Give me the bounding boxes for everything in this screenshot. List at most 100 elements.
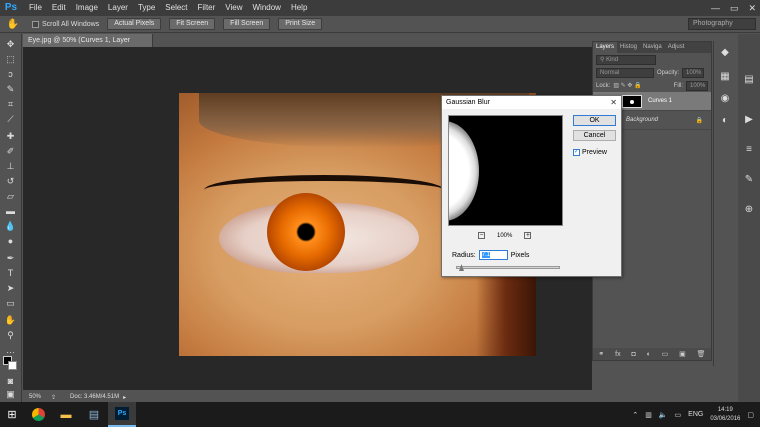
folder-icon[interactable]: ▭: [662, 350, 669, 358]
document-tab[interactable]: Eye.jpg @ 50% (Curves 1, Layer Mask/8) *: [23, 34, 153, 57]
history-brush-tool-icon[interactable]: ↺: [3, 175, 18, 187]
tab-histogram[interactable]: Histog: [617, 42, 640, 53]
fill-screen-button[interactable]: Fill Screen: [223, 18, 271, 30]
dodge-tool-icon[interactable]: ●: [3, 235, 18, 247]
preview-checkbox[interactable]: ✓: [573, 149, 580, 156]
zoom-in-icon[interactable]: +: [524, 232, 532, 239]
trash-icon[interactable]: 🗑: [697, 350, 706, 358]
zoom-out-icon[interactable]: −: [478, 232, 485, 239]
tab-adjustments[interactable]: Adjust: [665, 42, 688, 53]
properties-icon[interactable]: ≡: [742, 144, 756, 156]
doc-info[interactable]: Doc: 3.46M/4.51M: [70, 394, 119, 400]
opacity-field[interactable]: 100%: [682, 67, 705, 78]
fx-icon[interactable]: fx: [615, 351, 620, 358]
workspace-select[interactable]: Photography: [688, 18, 756, 30]
layer-mask-thumbnail[interactable]: [622, 94, 642, 108]
pen-tool-icon[interactable]: ✒: [3, 252, 18, 264]
gradient-tool-icon[interactable]: ▬: [3, 205, 18, 217]
kind-filter[interactable]: ⚲ Kind: [596, 54, 656, 65]
zoom-level[interactable]: 50%: [29, 394, 41, 400]
close-icon[interactable]: ✕: [610, 98, 617, 107]
menu-type[interactable]: Type: [133, 0, 160, 16]
radius-slider-track[interactable]: [456, 266, 560, 269]
menu-image[interactable]: Image: [71, 0, 103, 16]
color-panel-icon[interactable]: ◆: [718, 47, 732, 59]
minimize-icon[interactable]: —: [711, 3, 720, 13]
eraser-tool-icon[interactable]: ▱: [3, 190, 18, 202]
file-explorer-icon[interactable]: ▬: [52, 402, 80, 427]
battery-icon[interactable]: ▭: [675, 411, 682, 419]
notifications-icon[interactable]: ▢: [747, 411, 754, 419]
scroll-all-checkbox[interactable]: [32, 20, 39, 28]
zoom-tool-icon[interactable]: ⚲: [3, 329, 18, 341]
photoshop-icon[interactable]: Ps: [108, 402, 136, 427]
lasso-tool-icon[interactable]: ↄ: [3, 68, 18, 80]
actual-pixels-button[interactable]: Actual Pixels: [107, 18, 162, 30]
menu-layer[interactable]: Layer: [103, 0, 133, 16]
layer-name[interactable]: Curves 1: [648, 98, 672, 104]
marquee-tool-icon[interactable]: ⬚: [3, 53, 18, 65]
menu-filter[interactable]: Filter: [193, 0, 221, 16]
blur-tool-icon[interactable]: 💧: [3, 220, 18, 232]
ok-button[interactable]: OK: [573, 115, 616, 126]
tray-chevron-icon[interactable]: ⌃: [632, 411, 638, 419]
close-icon[interactable]: ✕: [748, 3, 756, 14]
cancel-button[interactable]: Cancel: [573, 130, 616, 141]
background-color-swatch[interactable]: [8, 361, 17, 370]
adjustment-icon[interactable]: ◐: [647, 351, 651, 358]
maximize-icon[interactable]: ▭: [730, 3, 739, 14]
shape-tool-icon[interactable]: ▭: [3, 297, 18, 309]
move-tool-icon[interactable]: ✥: [3, 38, 18, 50]
preview-option[interactable]: ✓ Preview: [573, 149, 607, 156]
mask-icon[interactable]: ◘: [631, 351, 635, 358]
menu-select[interactable]: Select: [160, 0, 192, 16]
blur-preview[interactable]: [448, 115, 563, 226]
styles-panel-icon[interactable]: ◉: [718, 93, 732, 105]
share-icon[interactable]: ⇪: [51, 394, 56, 401]
new-layer-icon[interactable]: ▣: [679, 350, 686, 358]
hand-tool-icon[interactable]: ✋: [3, 314, 18, 326]
windows-start-icon[interactable]: ⊞: [0, 402, 24, 427]
network-icon[interactable]: ▥: [645, 411, 652, 419]
menu-help[interactable]: Help: [286, 0, 312, 16]
notepad-icon[interactable]: ▤: [80, 402, 108, 427]
menu-file[interactable]: File: [24, 0, 47, 16]
print-size-button[interactable]: Print Size: [278, 18, 323, 30]
ellipsis-icon[interactable]: …: [3, 344, 18, 356]
stamp-tool-icon[interactable]: ⊥: [3, 160, 18, 172]
clock[interactable]: 14:19 03/06/2016: [710, 406, 740, 424]
volume-icon[interactable]: 🔈: [659, 411, 668, 419]
type-tool-icon[interactable]: T: [3, 267, 18, 279]
link-icon[interactable]: ⚭: [598, 350, 604, 358]
menu-edit[interactable]: Edit: [47, 0, 71, 16]
fill-field[interactable]: 100%: [686, 80, 708, 91]
fit-screen-button[interactable]: Fit Screen: [169, 18, 216, 30]
radius-input[interactable]: 7.1: [478, 250, 508, 260]
tab-layers[interactable]: Layers: [593, 42, 618, 53]
screen-mode-icon[interactable]: ▣: [3, 388, 18, 400]
clone-source-icon[interactable]: ⊕: [742, 204, 756, 216]
scroll-all-windows-option[interactable]: Scroll All Windows: [32, 20, 99, 28]
history-icon[interactable]: ▤: [742, 74, 756, 86]
blend-mode-select[interactable]: Normal: [596, 67, 654, 78]
menu-view[interactable]: View: [220, 0, 247, 16]
brush-presets-icon[interactable]: ✎: [742, 174, 756, 186]
menu-window[interactable]: Window: [248, 0, 286, 16]
tab-navigator[interactable]: Naviga: [640, 42, 665, 53]
doc-info-arrow-icon[interactable]: ▸: [123, 394, 126, 401]
lock-icons[interactable]: ▧ ✎ ✥ 🔒: [613, 82, 641, 89]
path-select-tool-icon[interactable]: ➤: [3, 282, 18, 294]
brush-tool-icon[interactable]: ✐: [3, 145, 18, 157]
swatches-panel-icon[interactable]: ▦: [718, 71, 732, 83]
layer-name[interactable]: Background: [626, 117, 658, 123]
actions-icon[interactable]: ▶: [742, 114, 756, 126]
quick-mask-icon[interactable]: ◙: [3, 375, 18, 387]
chrome-icon[interactable]: [24, 402, 52, 427]
adjustments-panel-icon[interactable]: ◐: [718, 115, 732, 127]
eyedropper-tool-icon[interactable]: ⟋: [3, 113, 18, 125]
crop-tool-icon[interactable]: ⌗: [3, 98, 18, 110]
healing-tool-icon[interactable]: ✚: [3, 130, 18, 142]
quick-select-tool-icon[interactable]: ✎: [3, 83, 18, 95]
language-indicator[interactable]: ENG: [688, 411, 703, 418]
hand-icon[interactable]: ✋: [6, 19, 20, 30]
